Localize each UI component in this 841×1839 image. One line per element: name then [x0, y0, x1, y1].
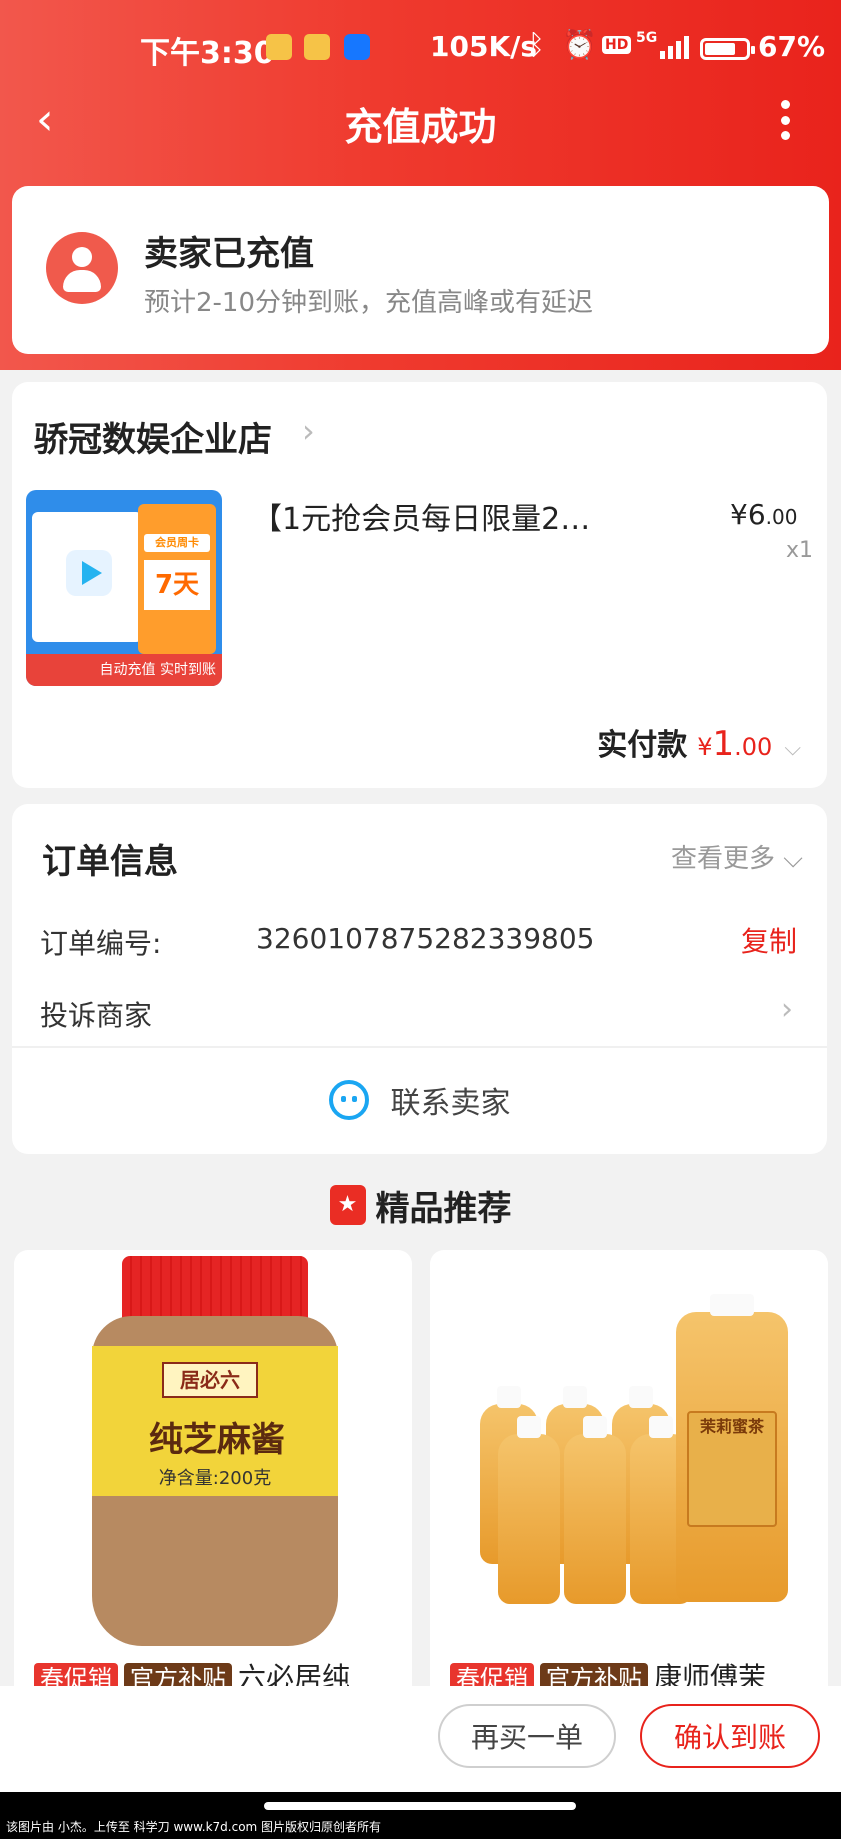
contact-seller-button[interactable]: 联系卖家	[12, 1046, 827, 1154]
contact-seller-label: 联系卖家	[390, 1086, 511, 1121]
recommend-header: ★ 精品推荐	[0, 1180, 841, 1230]
recharge-status-card: 卖家已充值 预计2-10分钟到账，充值高峰或有延迟	[12, 186, 829, 354]
status-time: 下午3:30	[140, 36, 275, 71]
price-int: 6	[747, 498, 766, 531]
bottom-action-bar: 再买一单 确认到账	[0, 1686, 841, 1792]
alarm-icon: ⏰	[562, 28, 597, 61]
sesame-paste-jar-image: 居必六 纯芝麻酱 净含量:200克	[92, 1256, 338, 1646]
product-quantity: x1	[786, 538, 814, 563]
days-label: 7天	[144, 560, 210, 610]
watermark: 该图片由 小杰。上传至 科学刀 www.k7d.com 图片版权归原创者所有	[6, 1820, 382, 1834]
jar-brand: 居必六	[162, 1362, 258, 1398]
rebuy-button[interactable]: 再买一单	[438, 1704, 616, 1768]
recommend-title: 精品推荐	[375, 1188, 512, 1229]
star-badge-icon: ★	[329, 1185, 366, 1225]
network-type: 5G	[636, 30, 658, 46]
price-symbol: ¥	[730, 498, 748, 531]
order-info-card: 订单信息 查看更多 ⌵ 订单编号: 3260107875282339805 复制…	[12, 804, 827, 1154]
bottle-label: 茉莉蜜茶	[687, 1410, 777, 1527]
product-thumbnail[interactable]: 会员周卡 7天 自动充值 实时到账	[26, 490, 222, 686]
order-product-card: 骄冠数娱企业店 › 会员周卡 7天 自动充值 实时到账 【1元抢会员每日限量20…	[12, 382, 827, 788]
paid-amount: ¥1.00	[697, 724, 772, 764]
jar-net: 净含量:200克	[158, 1468, 272, 1489]
chevron-right-icon[interactable]: ›	[781, 992, 793, 1027]
product-title[interactable]: 【1元抢会员每日限量20个，卖家自动充值	[252, 494, 602, 538]
hd-badge: HD	[602, 36, 632, 54]
order-info-title: 订单信息	[42, 842, 178, 882]
alipay-icon	[344, 34, 370, 60]
recommend-item-card[interactable]: 茉莉蜜茶 春促销 官方补贴 康师傅茉	[430, 1250, 828, 1700]
page-title: 充值成功	[344, 105, 497, 149]
seller-avatar-icon	[46, 232, 118, 304]
status-headline: 卖家已充值	[144, 234, 314, 274]
copy-button[interactable]: 复制	[741, 920, 797, 960]
signal-icon	[660, 36, 689, 59]
status-subtitle: 预计2-10分钟到账，充值高峰或有延迟	[144, 288, 594, 318]
price-dec: .00	[765, 505, 798, 529]
status-bar: 下午3:30 105K/s ᛒ ⏰ HD 5G 67%	[0, 0, 841, 96]
view-more-link[interactable]: 查看更多 ⌵	[671, 838, 803, 875]
recommend-item-card[interactable]: 居必六 纯芝麻酱 净含量:200克 春促销 官方补贴 六必居纯	[14, 1250, 412, 1700]
battery-percent: 67%	[758, 30, 826, 63]
paid-label: 实付款	[597, 728, 688, 763]
net-speed: 105K/s	[430, 30, 538, 63]
bluetooth-icon: ᛒ	[528, 28, 545, 61]
video-play-icon	[66, 550, 112, 596]
paid-dec: .00	[734, 733, 773, 761]
product-price: ¥6.00	[730, 498, 797, 531]
home-indicator[interactable]	[264, 1802, 576, 1810]
confirm-receipt-button[interactable]: 确认到账	[640, 1704, 820, 1768]
vip-tag: 会员周卡	[144, 534, 210, 552]
more-vertical-icon[interactable]	[780, 100, 790, 140]
chat-bot-icon	[328, 1080, 369, 1120]
paid-symbol: ¥	[697, 733, 713, 761]
battery-icon	[700, 38, 755, 60]
shop-name[interactable]: 骄冠数娱企业店	[34, 412, 272, 461]
paid-int: 1	[712, 724, 735, 764]
order-number-label: 订单编号:	[40, 927, 162, 960]
chevron-down-icon: ⌵	[784, 736, 801, 761]
jar-name: 纯芝麻酱	[149, 1420, 285, 1460]
gesture-bar: 该图片由 小杰。上传至 科学刀 www.k7d.com 图片版权归原创者所有	[0, 1792, 841, 1839]
chevron-right-icon[interactable]: ›	[302, 412, 315, 450]
complain-seller-link[interactable]: 投诉商家	[40, 994, 152, 1034]
notification-app-icon	[266, 34, 292, 60]
order-number: 3260107875282339805	[256, 922, 595, 955]
paid-amount-row[interactable]: 实付款 ¥1.00 ⌵	[597, 720, 801, 764]
thumbnail-footer: 自动充值 实时到账	[26, 654, 222, 686]
mail-icon	[304, 34, 330, 60]
tea-bottles-image: 茉莉蜜茶	[480, 1274, 800, 1634]
nav-bar: ‹ 充值成功	[0, 90, 841, 150]
